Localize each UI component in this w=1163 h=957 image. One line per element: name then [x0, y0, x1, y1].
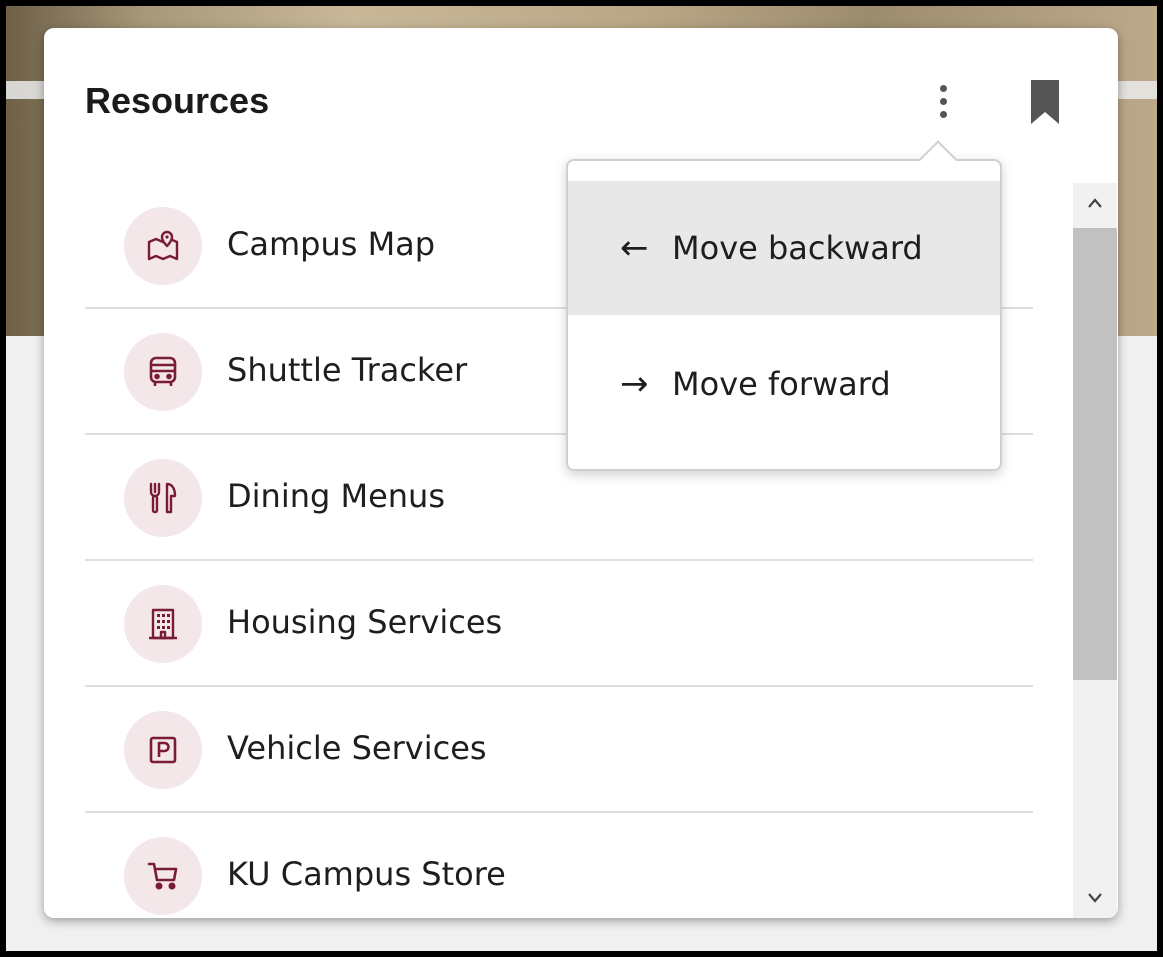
bus-icon	[124, 333, 202, 411]
resource-item-ku-campus-store[interactable]: KU Campus Store	[85, 813, 1033, 918]
menu-item-label: Move forward	[672, 365, 891, 403]
resource-label: Vehicle Services	[227, 729, 487, 767]
move-backward-menu-item[interactable]: ← Move backward	[568, 181, 1000, 315]
arrow-right-icon: →	[620, 364, 649, 404]
screenshot-frame: Resources Campus Map Shuttle Tracker Din…	[0, 0, 1163, 957]
map-pin-icon	[124, 207, 202, 285]
vertical-scrollbar[interactable]	[1073, 183, 1117, 918]
arrow-left-icon: ←	[620, 228, 649, 268]
resource-item-housing-services[interactable]: Housing Services	[85, 561, 1033, 687]
bookmark-icon[interactable]	[1029, 80, 1061, 124]
resource-label: Shuttle Tracker	[227, 351, 468, 389]
resource-label: KU Campus Store	[227, 855, 506, 893]
resource-label: Housing Services	[227, 603, 503, 641]
menu-item-label: Move backward	[672, 229, 923, 267]
move-forward-menu-item[interactable]: → Move forward	[568, 317, 1000, 451]
card-title: Resources	[85, 80, 270, 121]
resources-card: Resources Campus Map Shuttle Tracker Din…	[44, 28, 1118, 918]
utensils-icon	[124, 459, 202, 537]
scrollbar-thumb[interactable]	[1073, 228, 1117, 680]
resource-item-vehicle-services[interactable]: Vehicle Services	[85, 687, 1033, 813]
more-vertical-icon[interactable]	[931, 76, 955, 126]
chevron-up-icon[interactable]	[1073, 183, 1117, 223]
building-icon	[124, 585, 202, 663]
chevron-down-icon[interactable]	[1073, 878, 1117, 918]
parking-icon	[124, 711, 202, 789]
resource-label: Campus Map	[227, 225, 436, 263]
resource-label: Dining Menus	[227, 477, 445, 515]
cart-icon	[124, 837, 202, 915]
menu-caret	[918, 140, 958, 180]
options-dropdown-menu: ← Move backward → Move forward	[566, 140, 1002, 471]
